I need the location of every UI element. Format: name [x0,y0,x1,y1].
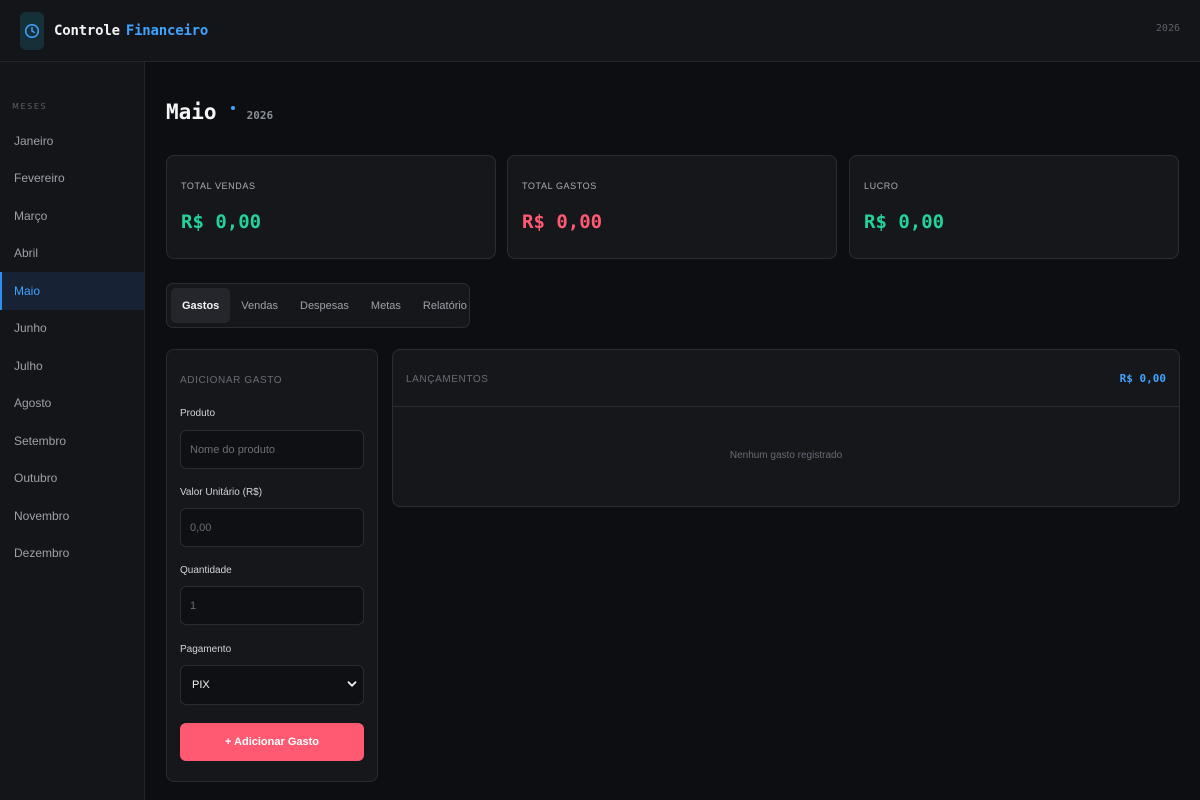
app-title: Controle Financeiro [54,23,208,39]
sidebar-item-junho[interactable]: Junho [0,309,144,347]
sidebar-item-novembro[interactable]: Novembro [0,497,144,535]
sidebar-item-dezembro[interactable]: Dezembro [0,534,144,572]
summary-lucro-label: LUCRO [864,181,899,191]
title-separator-dot [230,106,235,110]
pagamento-label: Pagamento [180,644,232,655]
summary-lucro-value: R$ 0,00 [864,211,945,233]
add-expense-button[interactable]: + Adicionar Gasto [180,723,364,761]
clock-icon [24,23,40,38]
tab-despesas[interactable]: Despesas [289,288,360,323]
tab-relatorio[interactable]: Relatório [412,288,478,323]
chevron-down-icon [347,681,357,687]
entries-total: R$ 0,00 [1119,372,1166,385]
produto-input[interactable]: Nome do produto [180,430,364,469]
tab-bar: Gastos Vendas Despesas Metas Relatório [166,283,470,328]
top-bar: Controle Financeiro 2026 [0,0,1200,62]
pagamento-select-value: PIX [192,679,210,691]
summary-gastos-label: TOTAL GASTOS [522,181,597,191]
summary-card-lucro: LUCRO R$ 0,00 [849,155,1179,259]
sidebar-item-outubro[interactable]: Outubro [0,459,144,497]
sidebar-item-marco[interactable]: Março [0,197,144,235]
produto-label: Produto [180,408,216,419]
page-title-year: 2026 [246,109,274,122]
app-title-part1: Controle [54,22,120,39]
entries-panel: LANÇAMENTOS R$ 0,00 Nenhum gasto registr… [392,349,1180,507]
logo [20,11,44,50]
empty-state-text: Nenhum gasto registrado [729,450,843,461]
sidebar-item-abril[interactable]: Abril [0,234,144,272]
sidebar-item-setembro[interactable]: Setembro [0,422,144,460]
quantidade-input[interactable]: 1 [180,586,364,625]
valor-label: Valor Unitário (R$) [180,487,263,498]
quantidade-label: Quantidade [180,565,232,576]
sidebar-item-janeiro[interactable]: Janeiro [0,122,144,160]
sidebar-item-fevereiro[interactable]: Fevereiro [0,159,144,197]
sidebar-item-agosto[interactable]: Agosto [0,384,144,422]
sidebar-item-maio[interactable]: Maio [0,272,144,310]
app-title-part2: Financeiro [125,22,209,39]
entries-header: LANÇAMENTOS R$ 0,00 [393,350,1179,407]
add-expense-form: ADICIONAR GASTO Produto Nome do produto … [166,349,378,782]
sidebar-item-julho[interactable]: Julho [0,347,144,385]
form-title: ADICIONAR GASTO [180,375,283,386]
tab-vendas[interactable]: Vendas [230,288,289,323]
page-title: Maio 2026 [166,100,273,124]
summary-card-vendas: TOTAL VENDAS R$ 0,00 [166,155,496,259]
pagamento-select[interactable]: PIX [180,665,364,705]
page-title-month: Maio [166,100,217,124]
valor-input[interactable]: 0,00 [180,508,364,547]
sidebar: MESES Janeiro Fevereiro Março Abril Maio… [0,62,145,800]
header-year: 2026 [1155,23,1180,34]
summary-vendas-value: R$ 0,00 [181,211,262,233]
summary-vendas-label: TOTAL VENDAS [181,181,256,191]
tab-metas[interactable]: Metas [360,288,412,323]
summary-card-gastos: TOTAL GASTOS R$ 0,00 [507,155,837,259]
sidebar-title: MESES [12,102,48,111]
tab-gastos[interactable]: Gastos [171,288,231,323]
entries-title: LANÇAMENTOS [406,374,489,385]
summary-gastos-value: R$ 0,00 [522,211,603,233]
